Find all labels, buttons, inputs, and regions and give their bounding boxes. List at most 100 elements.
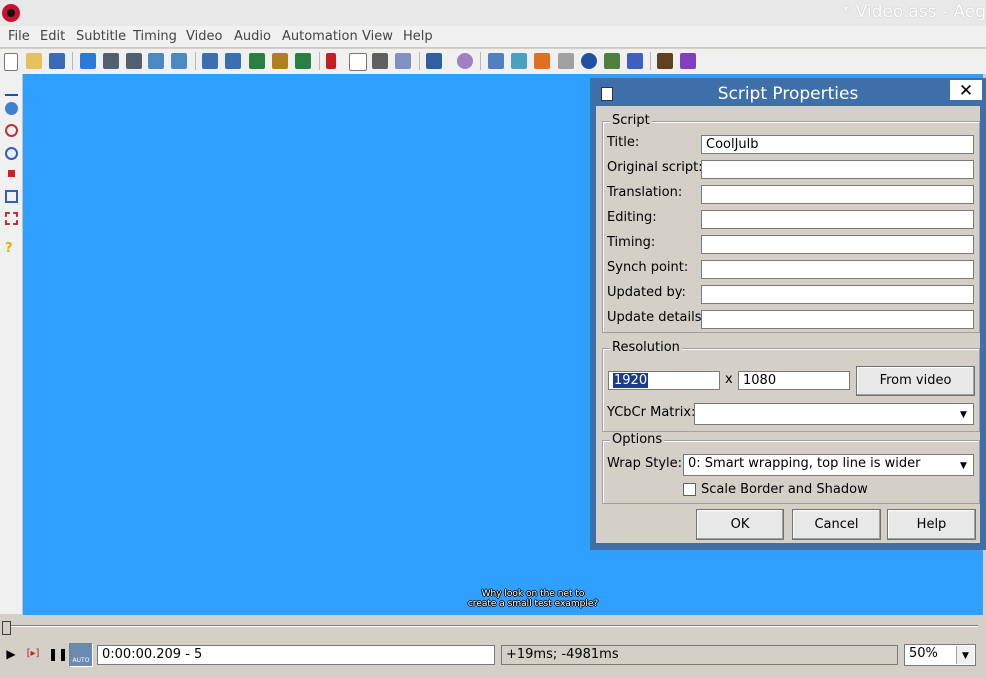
video-tools-bar: ?	[0, 74, 23, 614]
standard-tool-icon[interactable]	[5, 81, 18, 96]
menu-edit[interactable]: Edit	[40, 29, 65, 44]
resolution-width-field[interactable]: 1920	[608, 371, 720, 390]
update-details-field[interactable]	[701, 310, 974, 329]
mascot-icon[interactable]	[457, 53, 473, 69]
menu-file[interactable]: File	[8, 29, 30, 44]
help-icon[interactable]: ?	[5, 242, 18, 255]
tag-toggle-icon[interactable]	[680, 53, 696, 69]
help-button[interactable]: Help	[887, 509, 976, 540]
options-icon[interactable]	[657, 53, 673, 69]
toolbar-separator	[480, 52, 481, 70]
subtitle-preview: Why look on the net to create a small te…	[467, 589, 599, 609]
shift-times-icon[interactable]	[534, 53, 550, 69]
title-field[interactable]: CoolJulb	[701, 135, 974, 154]
zoom-select[interactable]: 50% ▼	[904, 644, 976, 666]
spell-check-icon[interactable]	[627, 53, 643, 69]
dialog-title: Script Properties	[717, 84, 859, 104]
close-button[interactable]: ✕	[949, 79, 983, 101]
synch-point-label: Synch point:	[607, 260, 689, 275]
new-file-icon[interactable]	[4, 53, 18, 71]
seek-track[interactable]	[6, 625, 978, 627]
scale-tool-icon[interactable]	[8, 170, 15, 177]
menu-automation[interactable]: Automation	[282, 29, 358, 44]
script-properties-dialog: Script Properties ✕ Script Title: CoolJu…	[590, 78, 986, 550]
toolbar-separator	[72, 52, 73, 70]
attachments-icon[interactable]	[372, 53, 388, 69]
auto-scroll-toggle[interactable]: AUTO	[69, 643, 93, 667]
script-group-label: Script	[610, 113, 652, 128]
from-video-button[interactable]: From video	[856, 366, 975, 396]
drag-tool-icon[interactable]	[5, 102, 18, 115]
rotate-xy-icon[interactable]	[5, 147, 18, 160]
dialog-body: Script Title: CoolJulb Original script: …	[596, 106, 980, 543]
chevron-down-icon[interactable]: ▼	[956, 646, 974, 664]
translation-field[interactable]	[701, 185, 974, 204]
time-display[interactable]: 0:00:00.209 - 5	[97, 645, 495, 665]
keyframes-icon[interactable]	[272, 53, 288, 69]
menu-view[interactable]: View	[362, 29, 393, 44]
ycbcr-matrix-select[interactable]: ▼	[694, 403, 974, 425]
kanji-timer-icon[interactable]	[604, 53, 620, 69]
save-icon[interactable]	[49, 53, 65, 69]
clip-tool-icon[interactable]	[5, 190, 18, 203]
original-script-field[interactable]	[701, 160, 974, 179]
scale-border-checkbox[interactable]	[683, 483, 696, 496]
seek-bar[interactable]	[0, 615, 986, 641]
cancel-button[interactable]: Cancel	[792, 509, 881, 540]
offset-display: +19ms; -4981ms	[501, 645, 898, 665]
properties-icon[interactable]	[349, 53, 367, 71]
zoom-in-icon[interactable]	[103, 53, 119, 69]
editing-label: Editing:	[607, 210, 657, 225]
translation-icon[interactable]	[558, 53, 574, 69]
toolbar-separator	[419, 52, 420, 70]
find-icon[interactable]	[202, 53, 218, 69]
grid-icon[interactable]	[295, 53, 311, 69]
updated-by-label: Updated by:	[607, 285, 686, 300]
ok-button[interactable]: OK	[696, 509, 784, 540]
translation-label: Translation:	[607, 185, 683, 200]
clock-icon[interactable]	[581, 53, 597, 69]
pause-icon[interactable]: ❚❚	[48, 645, 68, 663]
zoom-value: 50%	[909, 646, 938, 661]
rotate-z-icon[interactable]	[5, 124, 18, 137]
vector-clip-icon[interactable]	[5, 212, 18, 225]
menu-subtitle[interactable]: Subtitle	[76, 29, 126, 44]
replace-icon[interactable]	[225, 53, 241, 69]
resample-icon[interactable]	[488, 53, 504, 69]
editing-field[interactable]	[701, 210, 974, 229]
synch-point-field[interactable]	[701, 260, 974, 279]
menu-bar: File Edit Subtitle Timing Video Audio Au…	[0, 26, 986, 48]
wrap-style-select[interactable]: 0: Smart wrapping, top line is wider ▼	[683, 454, 974, 476]
options-group: Options Wrap Style: 0: Smart wrapping, t…	[602, 432, 980, 504]
timing-field[interactable]	[701, 235, 974, 254]
title-bar: * Video.ass - Aeg	[0, 0, 986, 26]
resolution-height-field[interactable]: 1080	[738, 371, 850, 390]
play-line-icon[interactable]: [▸]	[24, 645, 42, 663]
scale-border-label[interactable]: Scale Border and Shadow	[701, 482, 868, 497]
jump-to-icon[interactable]	[80, 53, 96, 69]
snap-end-icon[interactable]	[171, 53, 187, 69]
timing-post-icon[interactable]	[511, 53, 527, 69]
play-icon[interactable]: ▶	[2, 645, 20, 663]
styling-icon[interactable]	[326, 53, 336, 69]
film-strip-icon[interactable]	[249, 53, 265, 69]
toolbar	[0, 49, 986, 74]
open-file-icon[interactable]	[26, 53, 42, 69]
fonts-collector-icon[interactable]	[395, 53, 411, 69]
aegisub-logo-icon[interactable]	[2, 4, 20, 22]
updated-by-field[interactable]	[701, 285, 974, 304]
chevron-down-icon[interactable]: ▼	[955, 456, 972, 474]
menu-timing[interactable]: Timing	[133, 29, 177, 44]
chevron-down-icon[interactable]: ▼	[955, 405, 972, 423]
menu-video[interactable]: Video	[186, 29, 222, 44]
snap-icon[interactable]	[148, 53, 164, 69]
resolution-x-label: x	[725, 372, 733, 387]
zoom-out-icon[interactable]	[126, 53, 142, 69]
menu-audio[interactable]: Audio	[234, 29, 271, 44]
automation-icon[interactable]	[426, 53, 442, 69]
toolbar-separator	[195, 52, 196, 70]
seek-thumb[interactable]	[2, 621, 11, 635]
script-icon	[601, 87, 613, 101]
update-details-label: Update details:	[607, 310, 706, 325]
menu-help[interactable]: Help	[403, 29, 433, 44]
